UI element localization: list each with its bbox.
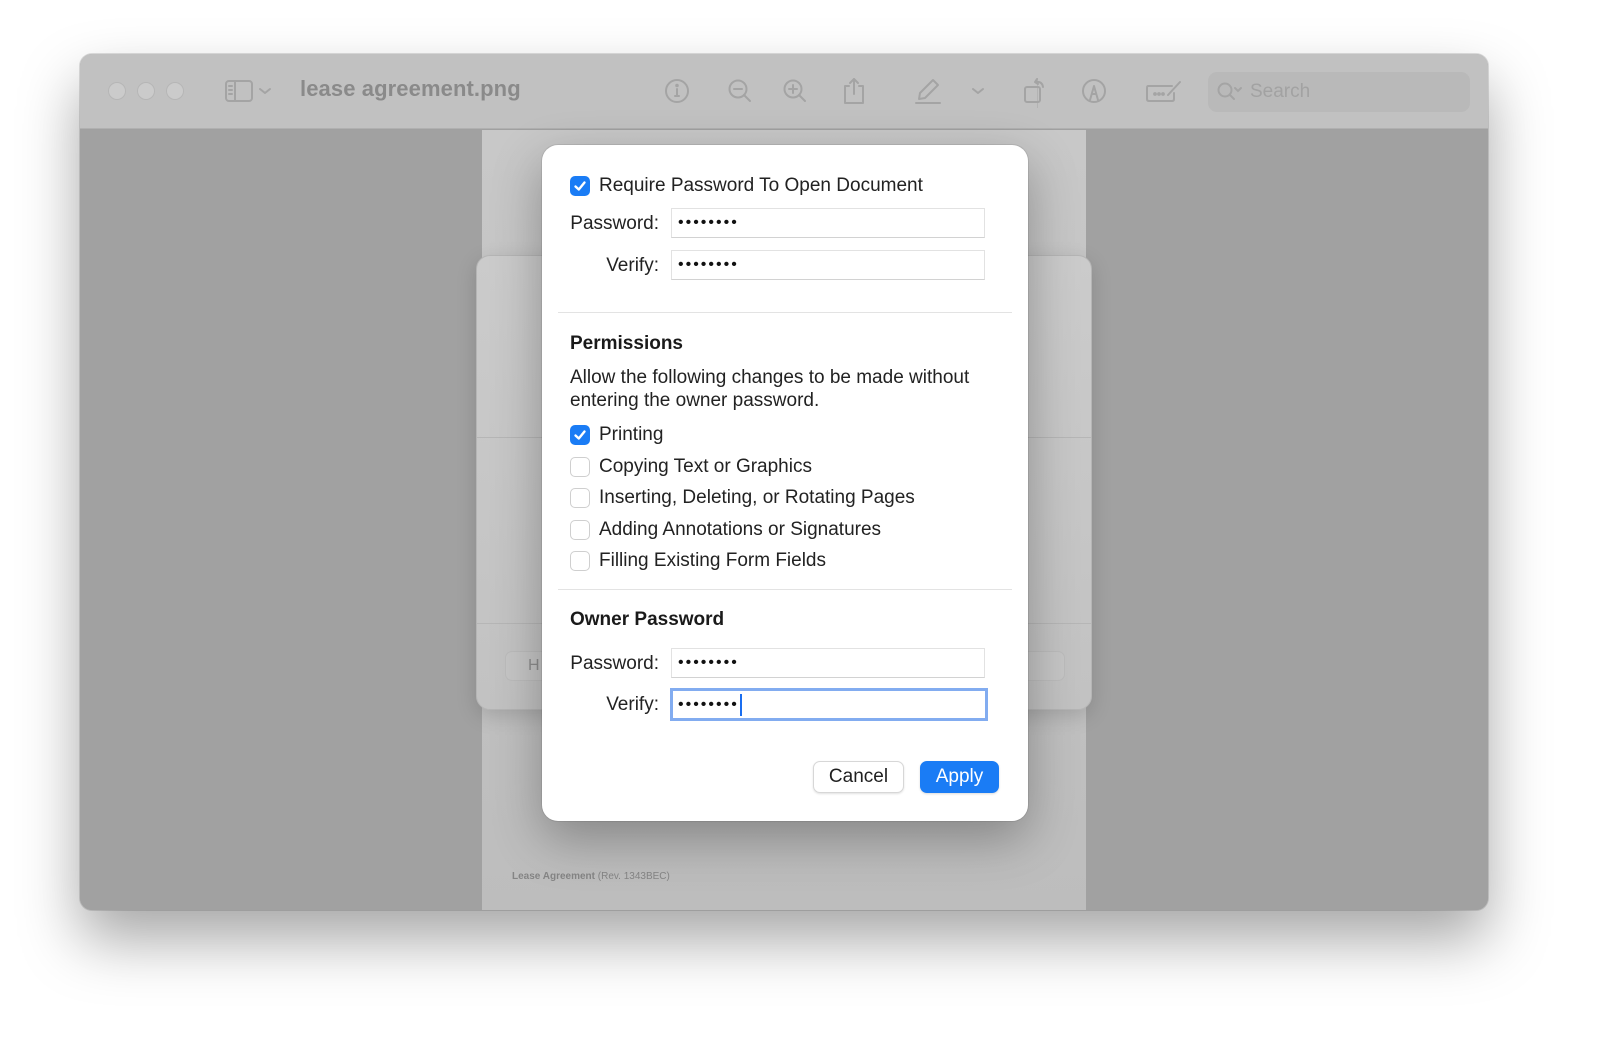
permission-row-copying[interactable]: Copying Text or Graphics: [570, 456, 812, 478]
user-verify-label: Verify:: [606, 255, 659, 276]
share-icon: [844, 78, 864, 104]
info-button[interactable]: [661, 75, 693, 107]
user-password-label: Password:: [570, 213, 659, 234]
zoom-out-icon: [728, 79, 751, 102]
close-window-button[interactable]: [108, 82, 126, 100]
cancel-button[interactable]: Cancel: [813, 761, 904, 793]
permission-label: Adding Annotations or Signatures: [599, 519, 882, 540]
highlight-pen-icon: [915, 79, 941, 104]
zoom-window-button[interactable]: [166, 82, 184, 100]
search-input[interactable]: [1250, 81, 1450, 103]
permission-row-printing[interactable]: Printing: [570, 424, 663, 446]
pages-checkbox[interactable]: [570, 488, 590, 508]
user-password-field[interactable]: ••••••••: [671, 208, 985, 238]
permission-row-pages[interactable]: Inserting, Deleting, or Rotating Pages: [570, 487, 915, 509]
require-password-checkbox[interactable]: [570, 176, 590, 196]
forms-checkbox[interactable]: [570, 551, 590, 571]
zoom-in-icon: [783, 79, 806, 102]
permissions-title: Permissions: [570, 333, 683, 354]
user-verify-field[interactable]: ••••••••: [671, 250, 985, 280]
footer-title: Lease Agreement: [512, 871, 595, 882]
sidebar-toggle-button[interactable]: [223, 75, 255, 107]
sidebar-menu-button[interactable]: [255, 75, 275, 107]
permission-label: Inserting, Deleting, or Rotating Pages: [599, 487, 915, 508]
user-verify-value: ••••••••: [678, 256, 739, 273]
permission-label: Printing: [599, 424, 664, 445]
copying-checkbox[interactable]: [570, 457, 590, 477]
markup-button[interactable]: [1078, 75, 1110, 107]
chevron-down-icon: [972, 88, 984, 94]
user-password-value: ••••••••: [678, 214, 739, 231]
owner-password-title: Owner Password: [570, 609, 725, 630]
section-divider: [558, 312, 1012, 313]
permission-label: Copying Text or Graphics: [599, 456, 812, 477]
text-caret: [739, 693, 742, 716]
owner-verify-field[interactable]: ••••••••: [670, 688, 988, 721]
sidebar-icon: [225, 80, 253, 102]
checkmark-icon: [574, 181, 586, 191]
chevron-down-icon: [259, 88, 271, 94]
owner-password-label: Password:: [570, 653, 659, 674]
document-title: lease agreement.png: [300, 76, 521, 101]
highlight-style-menu-button[interactable]: [968, 75, 988, 107]
section-divider: [558, 589, 1012, 590]
highlight-button[interactable]: [912, 75, 944, 107]
footer-revision: (Rev. 1343BEC): [595, 871, 670, 882]
require-password-label: Require Password To Open Document: [599, 175, 923, 196]
zoom-in-button[interactable]: [779, 75, 811, 107]
encryption-dialog: Require Password To Open Document Passwo…: [542, 145, 1028, 821]
title-bar: lease agreement.png: [80, 54, 1488, 129]
search-icon: [1217, 82, 1242, 100]
search-field[interactable]: [1208, 72, 1470, 112]
owner-password-field[interactable]: ••••••••: [671, 648, 985, 678]
owner-verify-value: ••••••••: [678, 695, 739, 713]
permission-row-forms[interactable]: Filling Existing Form Fields: [570, 550, 826, 572]
info-icon: [665, 79, 689, 103]
owner-verify-label: Verify:: [606, 694, 659, 715]
checkmark-icon: [574, 430, 586, 440]
zoom-out-button[interactable]: [724, 75, 756, 107]
permission-row-annotations[interactable]: Adding Annotations or Signatures: [570, 519, 881, 541]
minimize-window-button[interactable]: [137, 82, 155, 100]
printing-checkbox[interactable]: [570, 425, 590, 445]
permission-label: Filling Existing Form Fields: [599, 550, 826, 571]
rotate-button[interactable]: [1019, 75, 1051, 107]
share-button[interactable]: [838, 75, 870, 107]
page-footer: Lease Agreement (Rev. 1343BEC): [512, 871, 670, 882]
form-fill-icon: [1146, 81, 1181, 102]
annotations-checkbox[interactable]: [570, 520, 590, 540]
rotate-icon: [1024, 78, 1044, 103]
markup-icon: [1082, 79, 1106, 103]
form-fill-button[interactable]: [1143, 75, 1185, 107]
permissions-description: Allow the following changes to be made w…: [570, 367, 970, 411]
owner-password-value: ••••••••: [678, 654, 739, 671]
apply-button[interactable]: Apply: [920, 761, 999, 793]
require-password-checkbox-row[interactable]: Require Password To Open Document: [570, 175, 923, 197]
